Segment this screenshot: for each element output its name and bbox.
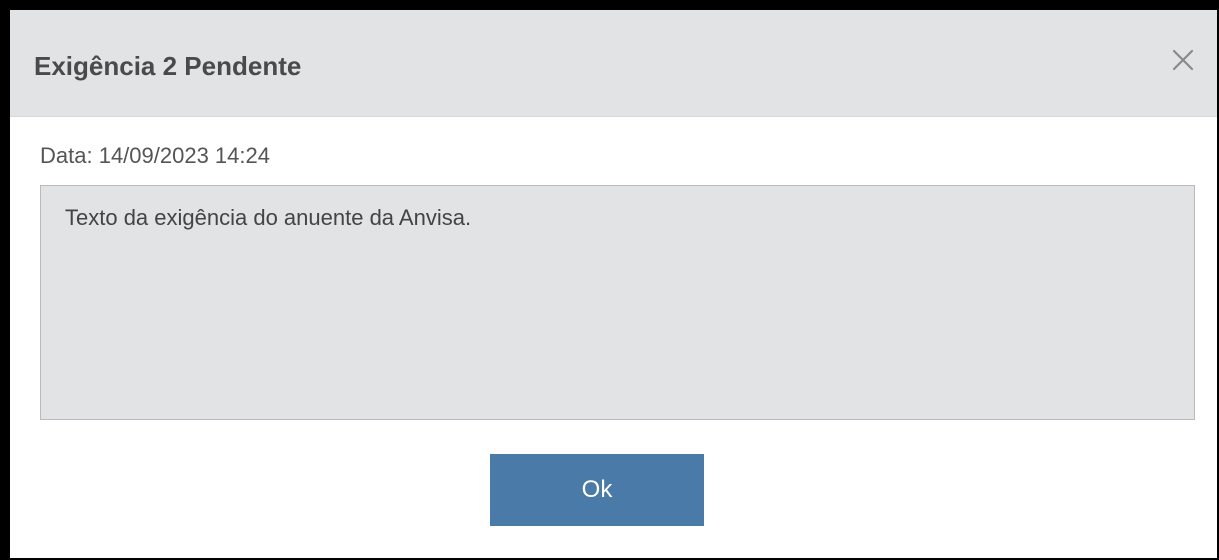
date-label: Data:: [40, 143, 99, 168]
close-button[interactable]: [1171, 48, 1195, 72]
dialog-header: Exigência 2 Pendente: [10, 10, 1217, 117]
ok-button[interactable]: Ok: [490, 454, 704, 526]
message-box: Texto da exigência do anuente da Anvisa.: [40, 185, 1195, 420]
close-icon: [1171, 48, 1195, 72]
date-value: 14/09/2023 14:24: [98, 143, 270, 168]
date-line: Data: 14/09/2023 14:24: [40, 142, 270, 170]
dialog-title: Exigência 2 Pendente: [34, 51, 302, 81]
message-text: Texto da exigência do anuente da Anvisa.: [65, 205, 472, 230]
